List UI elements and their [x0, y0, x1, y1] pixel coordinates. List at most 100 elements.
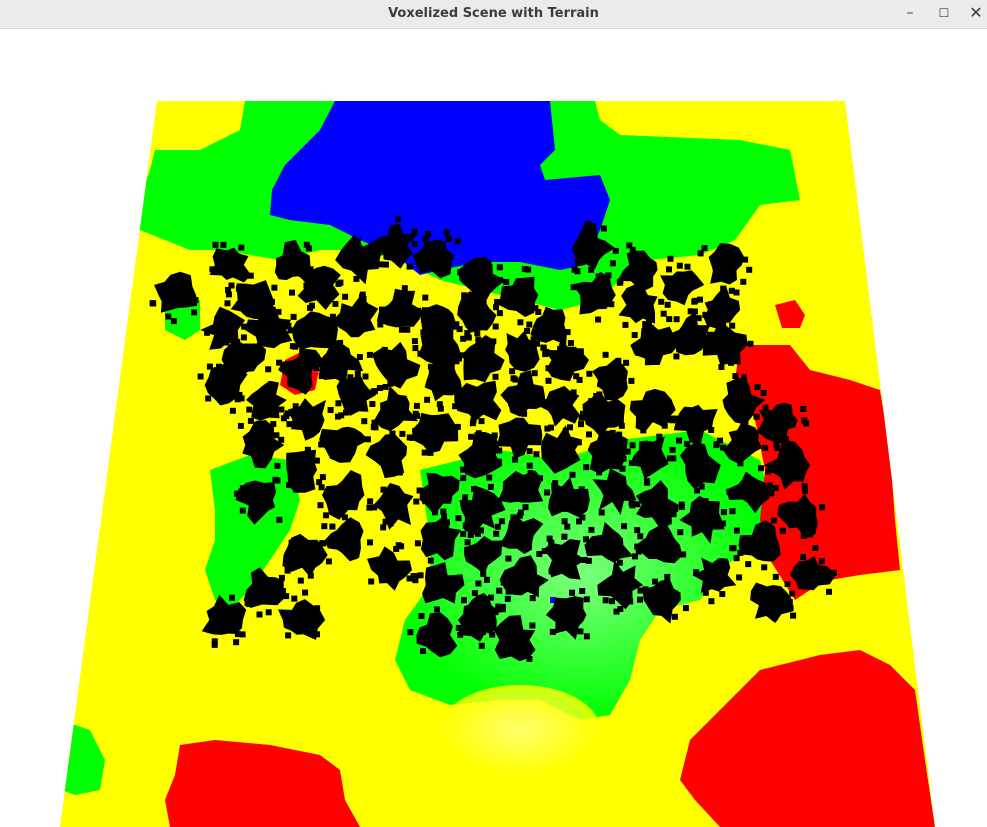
voxel-tree-spike [733, 527, 740, 534]
voxel-tree-spike [718, 364, 725, 370]
voxel-tree-spike [800, 406, 807, 412]
voxel-tree-spike [313, 354, 320, 361]
voxel-tree-spike [238, 244, 245, 251]
voxel-tree-spike [666, 266, 672, 273]
minimize-button[interactable]: – [893, 0, 927, 29]
voxel-tree-spike [241, 323, 248, 330]
voxel-tree-spike [616, 279, 623, 286]
voxel-tree-spike [406, 263, 413, 270]
voxel-tree-spike [618, 422, 625, 429]
voxel-tree-spike [216, 363, 222, 370]
voxel-tree-spike [629, 246, 636, 253]
voxel-tree-spike [535, 429, 542, 436]
voxel-tree-spike [284, 410, 291, 417]
voxel-tree-spike [467, 532, 474, 538]
voxel-tree-spike [461, 597, 467, 604]
maximize-button[interactable]: ☐ [927, 0, 961, 29]
voxel-tree-spike [317, 502, 324, 509]
voxel-tree-spike [412, 577, 419, 584]
voxel-tree-spike [585, 557, 592, 564]
voxel-tree-spike [596, 391, 603, 398]
voxel-tree-spike [496, 458, 503, 465]
voxel-tree-spike [637, 596, 643, 603]
terrain-yellow-glow [440, 685, 600, 775]
voxel-tree-spike [478, 369, 485, 376]
voxel-tree-spike [496, 587, 503, 594]
voxel-tree-spike [670, 455, 677, 462]
voxel-tree-spike [676, 262, 683, 269]
voxel-tree-spike [524, 327, 531, 334]
voxel-tree-spike [460, 475, 467, 482]
voxel-tree-spike [608, 301, 615, 308]
voxel-tree-spike [527, 470, 534, 477]
voxel-tree-spike [411, 338, 418, 345]
voxel-tree-spike [387, 380, 394, 387]
voxel-tree-spike [480, 570, 487, 577]
voxel-tree-spike [529, 595, 536, 602]
voxel-tree-spike [300, 263, 307, 270]
voxel-tree-spike [615, 357, 622, 364]
voxel-tree-spike [578, 486, 585, 493]
voxel-tree-spike [708, 427, 715, 433]
voxel-tree-spike [278, 406, 285, 413]
voxel-tree-spike [492, 609, 499, 616]
voxel-tree-spike [211, 638, 218, 645]
voxel-tree-spike [413, 402, 420, 409]
voxel-tree-spike [270, 421, 277, 427]
voxel-tree-spike [742, 256, 749, 263]
close-button[interactable]: ✕ [959, 0, 987, 29]
voxel-tree-spike [627, 598, 634, 605]
voxel-tree-spike [624, 448, 631, 455]
voxel-tree-spike [511, 616, 518, 623]
voxel-tree-spike [286, 482, 293, 489]
voxel-tree-spike [771, 435, 778, 442]
voxel-tree-spike [663, 519, 670, 526]
voxel-tree-spike [621, 523, 628, 530]
voxel-tree-spike [567, 340, 574, 346]
voxel-tree-spike [233, 639, 240, 646]
voxel-tree-spike [276, 516, 283, 523]
voxel-tree-spike [801, 417, 808, 424]
render-viewport[interactable] [0, 29, 987, 827]
voxel-tree-spike [421, 307, 428, 314]
voxel-tree-spike [414, 540, 421, 547]
voxel-tree-spike [583, 536, 589, 543]
voxel-tree-spike [381, 346, 388, 353]
voxel-tree-spike [642, 321, 649, 328]
voxel-tree-spike [398, 326, 405, 333]
voxel-tree-spike [510, 514, 517, 521]
voxel-tree-spike [383, 261, 389, 268]
voxel-tree-spike [395, 542, 402, 549]
voxel-tree-spike [609, 598, 615, 605]
voxel-tree-spike [786, 599, 793, 606]
voxel-tree-spike [666, 316, 673, 323]
voxel-tree-spike [475, 580, 482, 587]
voxel-tree-spike [395, 216, 402, 223]
window-title: Voxelized Scene with Terrain [388, 6, 599, 21]
voxel-tree-spike [278, 574, 285, 581]
voxel-tree-spike [664, 399, 671, 406]
voxel-tree-spike [747, 340, 754, 347]
voxel-tree-spike [698, 483, 705, 490]
voxel-tree-spike [452, 403, 459, 410]
voxel-tree-spike [424, 396, 431, 403]
voxel-tree-spike [534, 340, 541, 347]
voxel-tree-spike [772, 485, 779, 492]
voxel-tree-spike [332, 300, 339, 307]
voxel-tree-spike [664, 573, 671, 580]
voxel-tree-spike [800, 554, 807, 560]
voxel-tree-spike [784, 581, 791, 587]
voxel-tree-spike [531, 370, 538, 377]
voxel-tree-spike [422, 498, 429, 505]
voxel-tree-spike [299, 343, 306, 350]
voxel-tree-spike [335, 280, 342, 287]
voxel-tree-spike [526, 321, 533, 328]
voxel-tree-spike [224, 300, 231, 307]
titlebar[interactable]: Voxelized Scene with Terrain – ☐ ✕ [0, 0, 987, 29]
terrain-scene [60, 101, 935, 827]
voxel-tree-spike [411, 241, 418, 248]
voxel-tree-spike [676, 437, 682, 444]
voxel-tree-spike [380, 486, 387, 493]
voxel-tree-spike [240, 334, 247, 341]
voxel-tree-spike [475, 336, 482, 343]
